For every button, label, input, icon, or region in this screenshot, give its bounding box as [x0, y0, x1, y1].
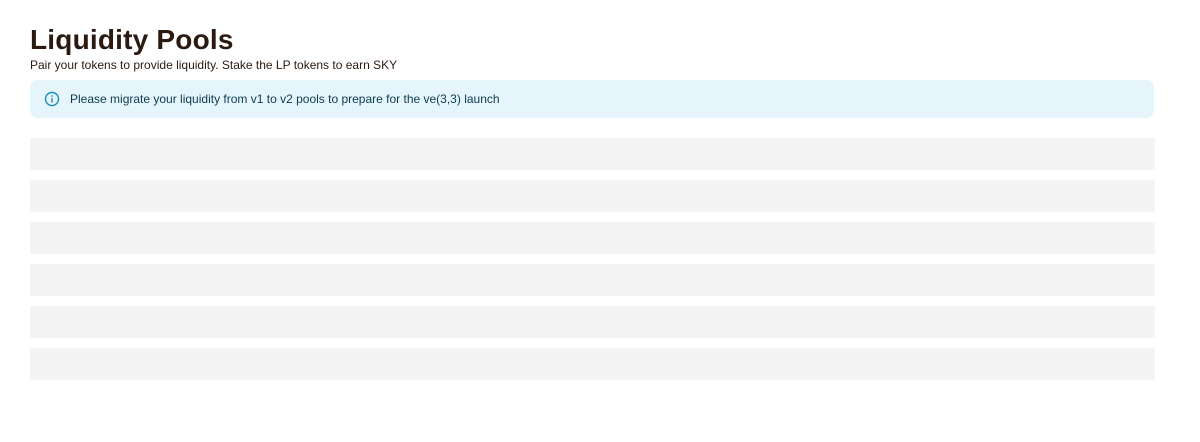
pool-row-placeholder — [30, 264, 1155, 296]
pool-row-placeholder — [30, 222, 1155, 254]
page-title: Liquidity Pools — [30, 24, 234, 55]
migration-alert: Please migrate your liquidity from v1 to… — [30, 80, 1154, 118]
pool-row-placeholder — [30, 306, 1155, 338]
liquidity-pools-page: Liquidity Pools Pair your tokens to prov… — [30, 24, 1155, 390]
alert-message: Please migrate your liquidity from v1 to… — [70, 92, 500, 106]
pool-row-placeholder — [30, 180, 1155, 212]
info-icon — [44, 91, 60, 107]
pool-row-placeholder — [30, 348, 1155, 380]
pool-row-placeholder — [30, 138, 1155, 170]
page-subtitle: Pair your tokens to provide liquidity. S… — [30, 58, 398, 72]
pool-list-loading — [30, 138, 1155, 380]
